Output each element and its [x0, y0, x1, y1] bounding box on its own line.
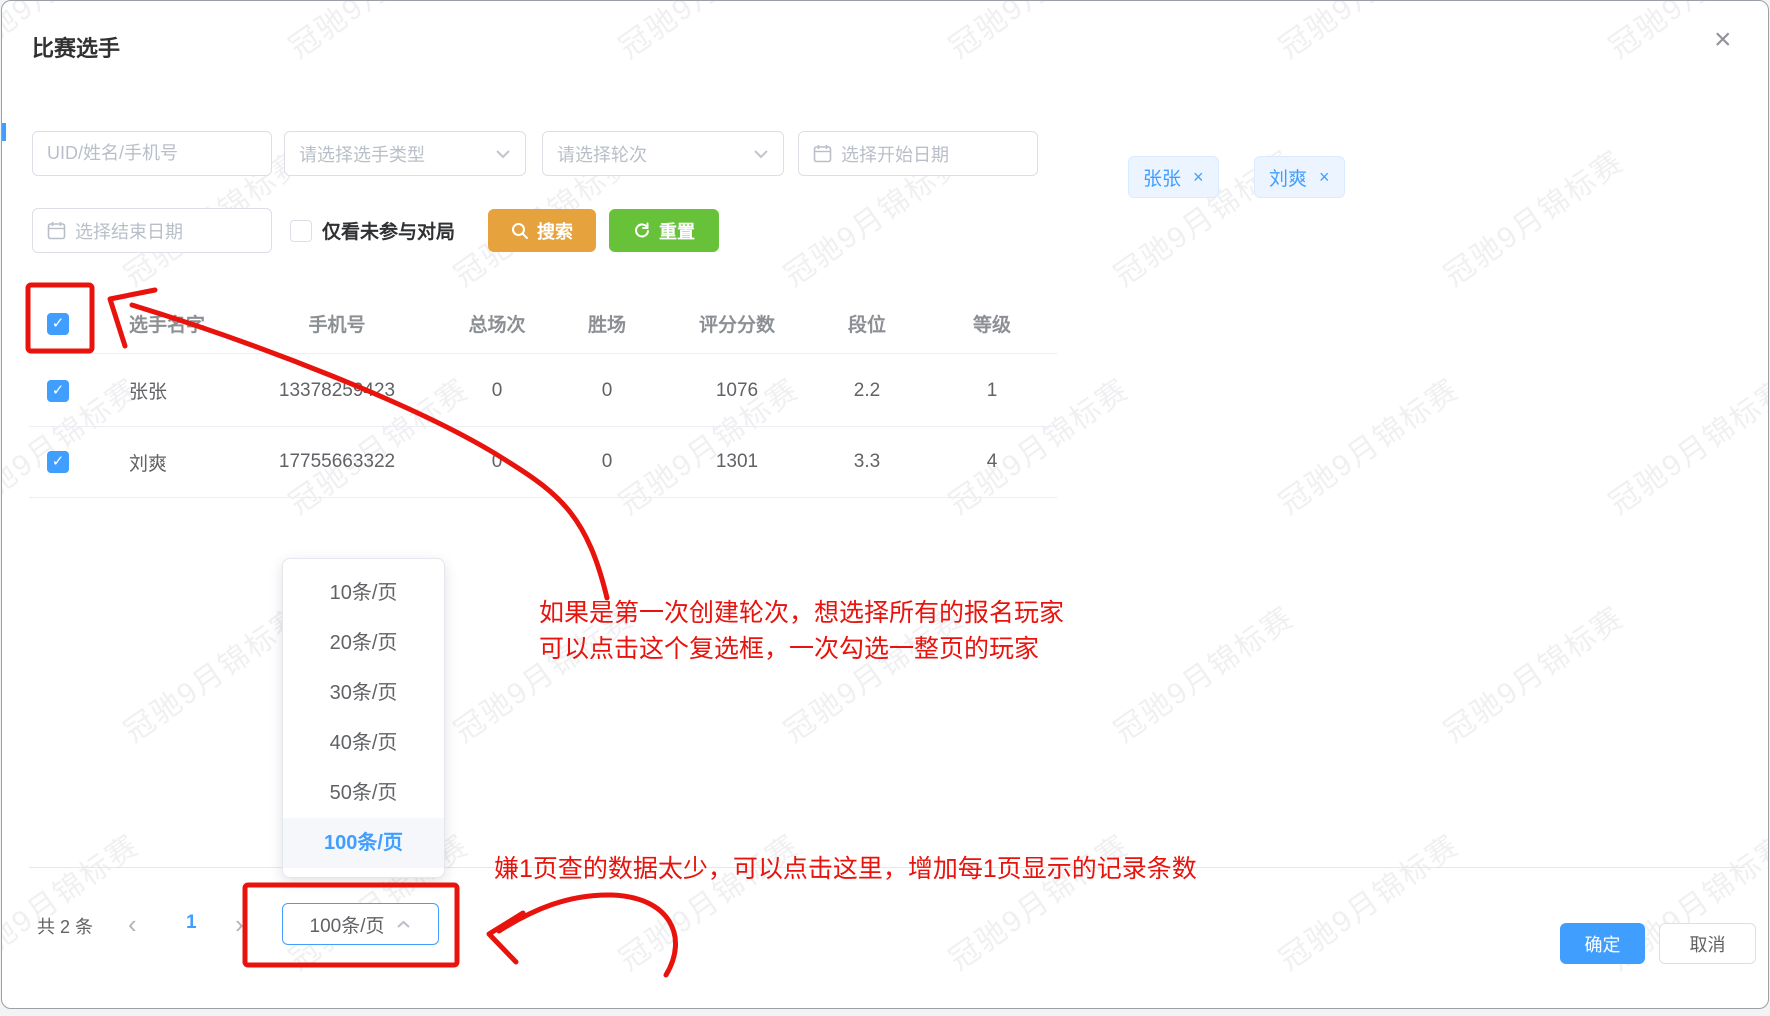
- background-accent-sliver: [2, 123, 6, 141]
- watermark-text: 冠驰9月锦标赛: [1268, 366, 1466, 523]
- cell-wins: 0: [547, 451, 667, 473]
- search-button[interactable]: 搜索: [488, 209, 596, 252]
- watermark-text: 冠驰9月锦标赛: [2, 822, 146, 979]
- annotation-note-1-line-2: 可以点击这个复选框，一次勾选一整页的玩家: [539, 631, 1064, 667]
- confirm-button[interactable]: 确定: [1560, 923, 1645, 964]
- cell-name: 张张: [87, 377, 227, 404]
- cell-phone: 17755663322: [227, 451, 447, 473]
- row-checkbox[interactable]: ✓: [47, 380, 69, 402]
- col-header-phone: 手机号: [227, 310, 447, 337]
- calendar-icon: [47, 221, 66, 240]
- tag-label: 张张: [1143, 164, 1181, 191]
- cell-level: 4: [927, 451, 1057, 473]
- selected-player-tag: 张张 ×: [1128, 156, 1219, 198]
- col-header-total: 总场次: [447, 310, 547, 337]
- competition-players-modal: 冠驰9月锦标赛冠驰9月锦标赛冠驰9月锦标赛冠驰9月锦标赛冠驰9月锦标赛冠驰9月锦…: [1, 0, 1769, 1009]
- annotation-note-1-line-1: 如果是第一次创建轮次，想选择所有的报名玩家: [539, 595, 1064, 631]
- col-header-wins: 胜场: [547, 310, 667, 337]
- watermark-text: 冠驰9月锦标赛: [1433, 594, 1631, 751]
- chevron-up-icon: [396, 920, 411, 929]
- start-date-picker[interactable]: 选择开始日期: [798, 131, 1038, 176]
- start-date-placeholder: 选择开始日期: [841, 141, 1023, 167]
- watermark-text: 冠驰9月锦标赛: [1598, 366, 1768, 523]
- cell-name: 刘爽: [87, 449, 227, 476]
- keyword-input[interactable]: [47, 143, 257, 164]
- reset-button-label: 重置: [659, 218, 695, 244]
- only-unplayed-label: 仅看未参与对局: [322, 217, 455, 244]
- chevron-down-icon: [495, 149, 511, 159]
- only-unplayed-checkbox[interactable]: [290, 220, 312, 242]
- cell-wins: 0: [547, 380, 667, 402]
- player-type-select[interactable]: 请选择选手类型: [284, 131, 526, 176]
- player-type-placeholder: 请选择选手类型: [299, 141, 486, 167]
- page-number-1[interactable]: 1: [186, 912, 197, 934]
- page-size-dropdown-menu: 10条/页 20条/页 30条/页 40条/页 50条/页 100条/页: [282, 558, 445, 878]
- chevron-down-icon: [753, 149, 769, 159]
- page-size-select[interactable]: 100条/页: [282, 903, 439, 945]
- watermark-text: 冠驰9月锦标赛: [938, 822, 1136, 979]
- prev-page-icon[interactable]: ‹: [128, 909, 137, 940]
- cell-level: 1: [927, 380, 1057, 402]
- watermark-text: 冠驰9月锦标赛: [1763, 594, 1768, 751]
- cell-score: 1076: [667, 380, 807, 402]
- end-date-placeholder: 选择结束日期: [75, 218, 257, 244]
- annotation-arrowhead: [489, 913, 523, 962]
- col-header-name: 选手名字: [87, 310, 227, 337]
- cancel-button[interactable]: 取消: [1659, 923, 1756, 964]
- table-header-row: ✓ 选手名字 手机号 总场次 胜场 评分分数 段位 等级: [29, 294, 1057, 354]
- watermark-text: 冠驰9月锦标赛: [608, 1, 806, 66]
- page-size-option[interactable]: 30条/页: [283, 668, 444, 718]
- watermark-text: 冠驰9月锦标赛: [1763, 138, 1768, 295]
- cell-phone: 13378259423: [227, 380, 447, 402]
- watermark-text: 冠驰9月锦标赛: [1598, 1, 1768, 66]
- reset-button[interactable]: 重置: [609, 209, 719, 252]
- col-header-dan: 段位: [807, 310, 927, 337]
- annotation-arrow-to-page-size: [499, 895, 676, 975]
- col-header-level: 等级: [927, 310, 1057, 337]
- round-placeholder: 请选择轮次: [557, 141, 744, 167]
- tag-close-icon[interactable]: ×: [1319, 167, 1330, 188]
- tag-close-icon[interactable]: ×: [1193, 167, 1204, 188]
- cell-score: 1301: [667, 451, 807, 473]
- watermark-text: 冠驰9月锦标赛: [1268, 1, 1466, 66]
- watermark-text: 冠驰9月锦标赛: [1433, 138, 1631, 295]
- watermark-text: 冠驰9月锦标赛: [1103, 594, 1301, 751]
- select-all-checkbox[interactable]: ✓: [47, 313, 69, 335]
- col-header-score: 评分分数: [667, 310, 807, 337]
- page-size-option[interactable]: 10条/页: [283, 568, 444, 618]
- pagination-total: 共 2 条: [37, 913, 93, 939]
- annotation-note-2: 嫌1页查的数据太少，可以点击这里，增加每1页显示的记录条数: [494, 851, 1197, 887]
- watermark-text: 冠驰9月锦标赛: [278, 1, 476, 66]
- close-icon[interactable]: ×: [1714, 25, 1732, 55]
- round-select[interactable]: 请选择轮次: [542, 131, 784, 176]
- next-page-icon[interactable]: ›: [235, 909, 244, 940]
- cell-dan: 3.3: [807, 451, 927, 473]
- row-checkbox[interactable]: ✓: [47, 451, 69, 473]
- watermark-text: 冠驰9月锦标赛: [608, 822, 806, 979]
- table-row: ✓ 刘爽 17755663322 0 0 1301 3.3 4: [29, 427, 1057, 498]
- selected-player-tag: 刘爽 ×: [1254, 156, 1345, 198]
- keyword-input-wrapper: [32, 131, 272, 176]
- page-size-option[interactable]: 20条/页: [283, 618, 444, 668]
- page-size-option[interactable]: 50条/页: [283, 768, 444, 818]
- cell-total: 0: [447, 451, 547, 473]
- search-icon: [511, 222, 529, 240]
- page-size-option-selected[interactable]: 100条/页: [283, 818, 444, 868]
- cell-total: 0: [447, 380, 547, 402]
- search-button-label: 搜索: [537, 218, 573, 244]
- calendar-icon: [813, 144, 832, 163]
- tag-label: 刘爽: [1269, 164, 1307, 191]
- annotation-note-1: 如果是第一次创建轮次，想选择所有的报名玩家 可以点击这个复选框，一次勾选一整页的…: [539, 595, 1064, 667]
- cell-dan: 2.2: [807, 380, 927, 402]
- watermark-text: 冠驰9月锦标赛: [938, 1, 1136, 66]
- page-size-option[interactable]: 40条/页: [283, 718, 444, 768]
- page-size-select-value: 100条/页: [310, 911, 385, 938]
- modal-title: 比赛选手: [32, 31, 120, 63]
- table-row: ✓ 张张 13378259423 0 0 1076 2.2 1: [29, 355, 1057, 427]
- watermark-text: 冠驰9月锦标赛: [1268, 822, 1466, 979]
- end-date-picker[interactable]: 选择结束日期: [32, 208, 272, 253]
- refresh-icon: [633, 222, 651, 240]
